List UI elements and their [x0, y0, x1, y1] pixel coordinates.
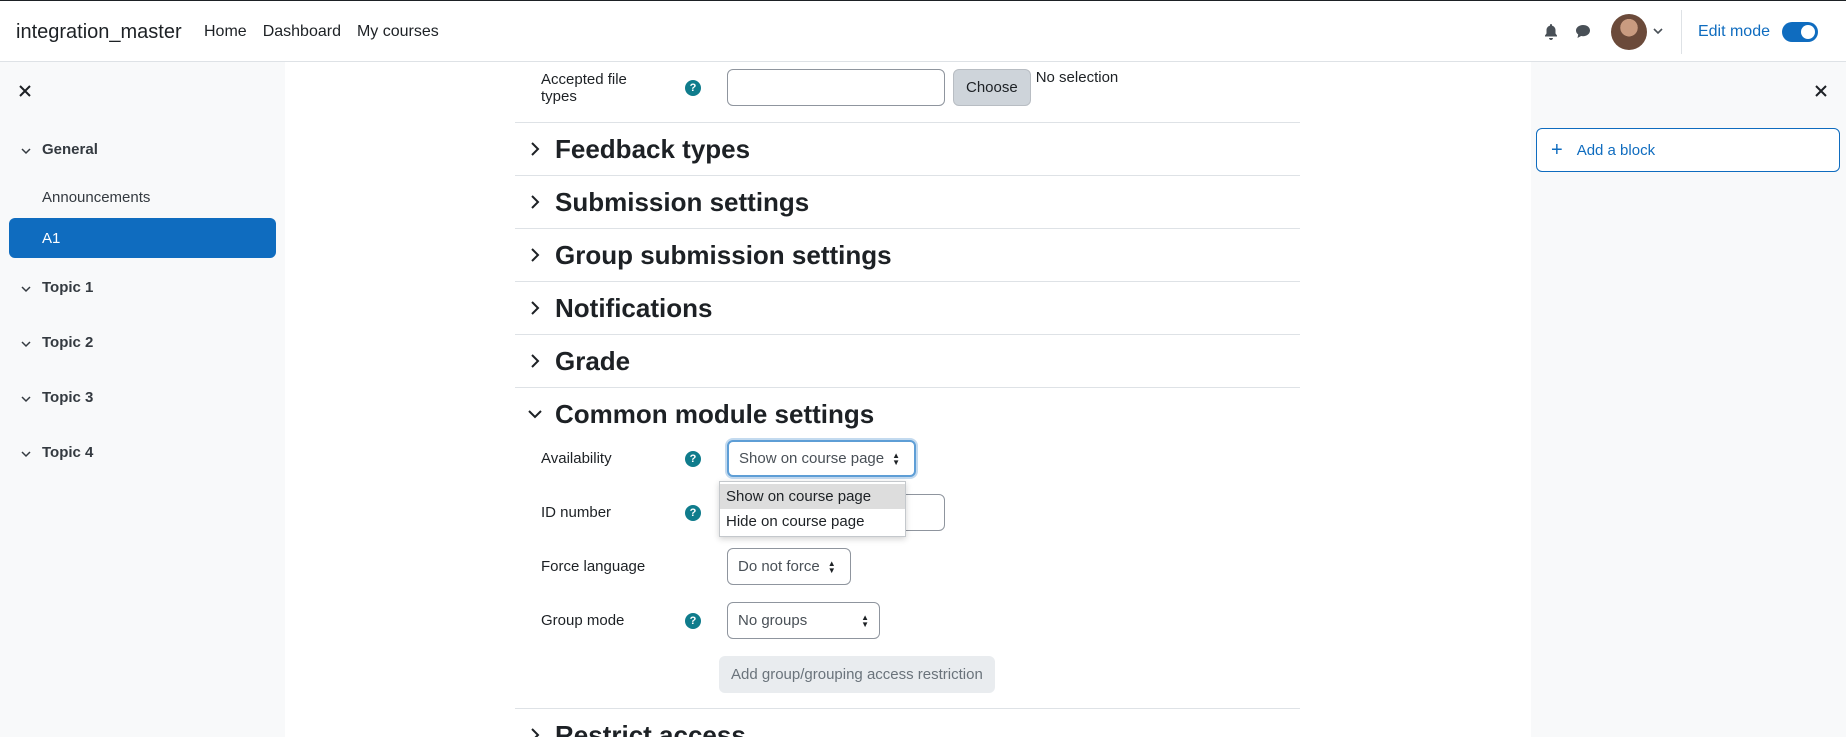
- force-language-select[interactable]: Do not force ▲ ▼: [727, 548, 851, 585]
- accepted-file-types-input[interactable]: [727, 69, 945, 106]
- add-group-restriction-button[interactable]: Add group/grouping access restriction: [719, 656, 995, 693]
- field-label: Accepted file types: [541, 70, 627, 105]
- section-title[interactable]: Feedback types: [555, 134, 750, 165]
- select-value: Do not force: [738, 558, 820, 575]
- nav-home[interactable]: Home: [204, 23, 247, 41]
- field-label: Group mode: [541, 612, 625, 629]
- course-item-a1[interactable]: A1: [9, 218, 276, 258]
- add-block-label: Add a block: [1576, 141, 1656, 159]
- help-icon[interactable]: ?: [685, 504, 701, 521]
- block-drawer: + Add a block: [1531, 62, 1846, 737]
- chevron-right-icon[interactable]: [525, 141, 545, 157]
- chevron-right-icon[interactable]: [525, 727, 545, 737]
- chevron-down-icon[interactable]: [20, 282, 32, 299]
- plus-icon: +: [1551, 139, 1563, 161]
- section-title[interactable]: Group submission settings: [555, 240, 892, 271]
- user-avatar[interactable]: [1610, 13, 1647, 50]
- section-feedback-types[interactable]: Feedback types: [515, 122, 1300, 175]
- group-mode-row: Group mode ? No groups ▲ ▼: [515, 602, 1300, 639]
- course-index-drawer: General Announcements A1 Topic 1 Topic 2…: [0, 62, 285, 737]
- chevron-right-icon[interactable]: [525, 194, 545, 210]
- section-grade[interactable]: Grade: [515, 334, 1300, 387]
- option-hide-on-course-page[interactable]: Hide on course page: [720, 509, 905, 534]
- access-restriction-row: Add group/grouping access restriction: [515, 656, 1300, 693]
- close-icon[interactable]: [1812, 82, 1830, 100]
- site-brand[interactable]: integration_master: [16, 21, 182, 44]
- file-types-selection: No selection: [1035, 69, 1119, 86]
- select-arrows-icon: ▲ ▼: [892, 450, 901, 467]
- nav-my-courses[interactable]: My courses: [357, 23, 439, 41]
- nav-divider: [1680, 9, 1682, 54]
- section-label: Topic 4: [42, 444, 94, 461]
- section-label: Topic 1: [42, 279, 94, 296]
- edit-mode-label: Edit mode: [1697, 22, 1770, 40]
- course-section-topic-1[interactable]: Topic 1: [0, 260, 285, 315]
- course-section-general[interactable]: General: [0, 122, 285, 177]
- select-value: No groups: [738, 612, 808, 629]
- section-restrict-access[interactable]: Restrict access: [515, 708, 1300, 737]
- select-arrows-icon: ▲ ▼: [827, 558, 836, 575]
- course-item-announcements[interactable]: Announcements: [9, 177, 276, 217]
- chevron-down-icon[interactable]: [1653, 28, 1663, 35]
- edit-mode-toggle[interactable]: [1782, 21, 1818, 42]
- field-label: Force language: [541, 558, 646, 575]
- chevron-right-icon[interactable]: [525, 353, 545, 369]
- help-icon[interactable]: ?: [685, 612, 701, 629]
- section-notifications[interactable]: Notifications: [515, 281, 1300, 334]
- chevron-down-icon[interactable]: [20, 144, 32, 161]
- section-label: Topic 2: [42, 334, 94, 351]
- section-label: Topic 3: [42, 389, 94, 406]
- select-value: Show on course page: [739, 450, 885, 467]
- choose-file-types-button[interactable]: Choose: [953, 69, 1031, 106]
- availability-row: Availability ? Show on course page ▲ ▼: [515, 440, 1300, 477]
- course-index: General Announcements A1 Topic 1 Topic 2…: [0, 122, 285, 480]
- availability-dropdown-list: Show on course page Hide on course page: [719, 481, 906, 537]
- group-mode-select[interactable]: No groups ▲ ▼: [727, 602, 880, 639]
- section-title[interactable]: Submission settings: [555, 187, 809, 218]
- id-number-row: ID number ?: [515, 494, 1300, 531]
- section-group-submission-settings[interactable]: Group submission settings: [515, 228, 1300, 281]
- select-arrows-icon: ▲ ▼: [861, 612, 869, 629]
- section-title[interactable]: Common module settings: [555, 399, 874, 430]
- field-label: Availability: [541, 450, 612, 467]
- close-icon[interactable]: [16, 82, 34, 100]
- force-language-row: Force language Do not force ▲ ▼: [515, 548, 1300, 585]
- bell-icon[interactable]: [1541, 22, 1561, 42]
- section-common-module-settings[interactable]: Common module settings: [515, 387, 1300, 440]
- option-show-on-course-page[interactable]: Show on course page: [720, 484, 905, 509]
- section-title[interactable]: Grade: [555, 346, 630, 377]
- chevron-down-icon[interactable]: [20, 447, 32, 464]
- field-label: ID number: [541, 504, 612, 521]
- chevron-right-icon[interactable]: [525, 300, 545, 316]
- add-block-button[interactable]: + Add a block: [1536, 128, 1840, 172]
- user-nav: Edit mode: [1541, 1, 1846, 62]
- accepted-file-types-row: Accepted file types ? Choose No selectio…: [515, 69, 1300, 106]
- chat-icon[interactable]: [1573, 22, 1593, 42]
- course-section-topic-4[interactable]: Topic 4: [0, 425, 285, 480]
- section-label: General: [42, 141, 98, 158]
- availability-select[interactable]: Show on course page ▲ ▼: [727, 440, 916, 477]
- top-navbar: integration_master Home Dashboard My cou…: [0, 0, 1846, 62]
- section-title[interactable]: Restrict access: [555, 720, 746, 737]
- section-submission-settings[interactable]: Submission settings: [515, 175, 1300, 228]
- chevron-down-icon[interactable]: [20, 392, 32, 409]
- nav-dashboard[interactable]: Dashboard: [263, 23, 341, 41]
- help-icon[interactable]: ?: [685, 79, 701, 96]
- chevron-right-icon[interactable]: [525, 247, 545, 263]
- chevron-down-icon[interactable]: [525, 409, 545, 419]
- course-section-topic-2[interactable]: Topic 2: [0, 315, 285, 370]
- section-title[interactable]: Notifications: [555, 293, 712, 324]
- chevron-down-icon[interactable]: [20, 337, 32, 354]
- course-section-topic-3[interactable]: Topic 3: [0, 370, 285, 425]
- help-icon[interactable]: ?: [685, 450, 701, 467]
- primary-navigation: Home Dashboard My courses: [204, 23, 439, 41]
